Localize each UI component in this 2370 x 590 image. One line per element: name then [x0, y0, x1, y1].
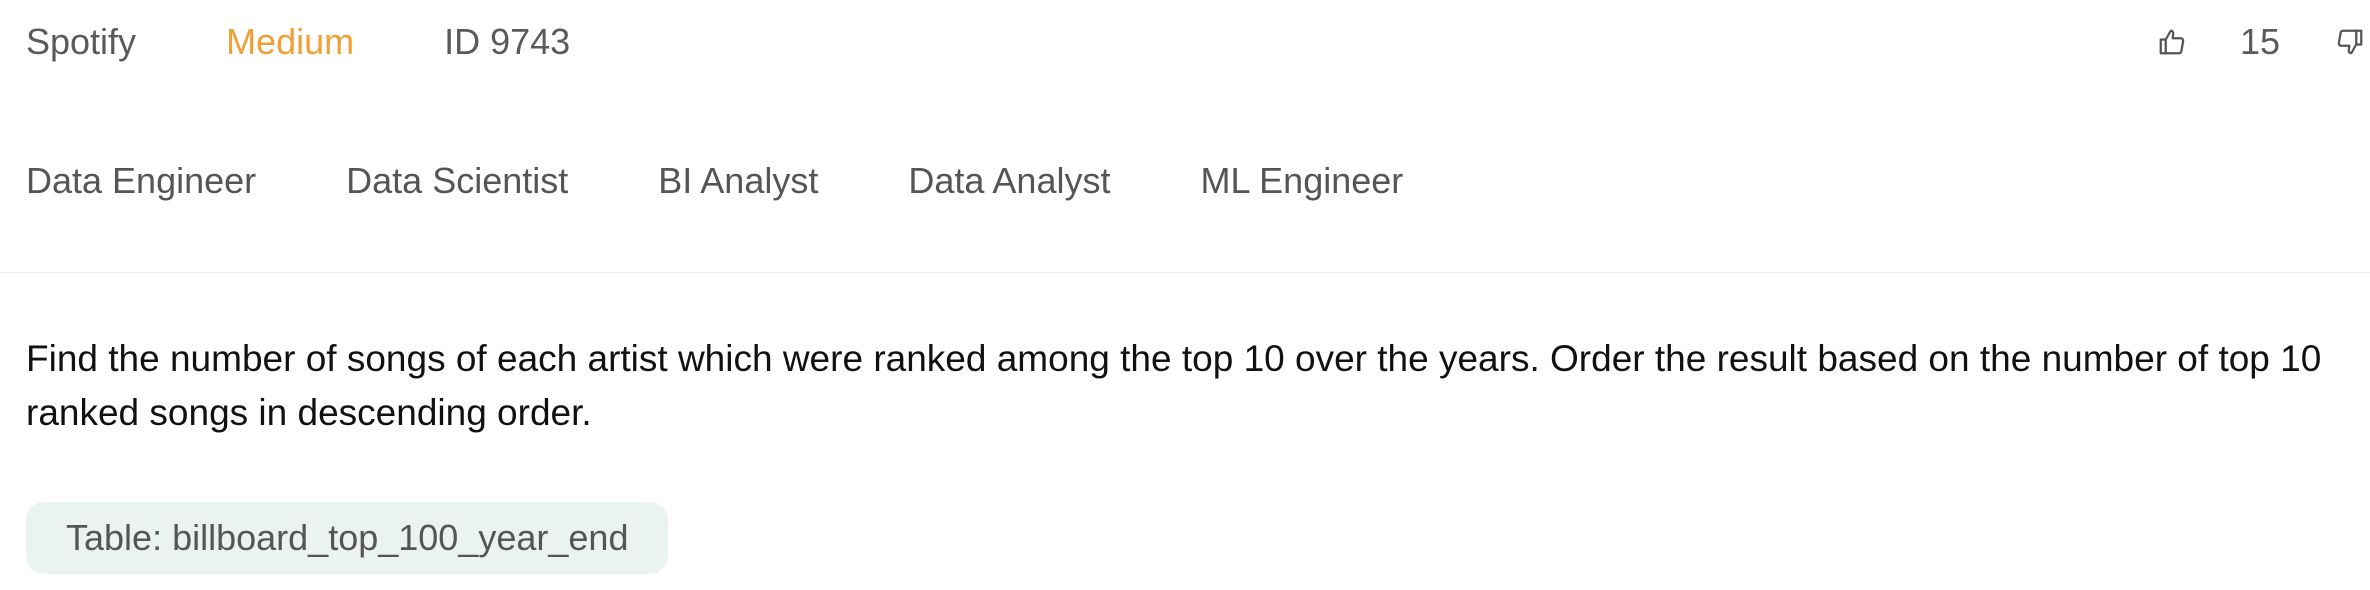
thumbs-down-icon[interactable]	[2330, 22, 2370, 62]
section-divider	[0, 272, 2370, 273]
role-tags: Data Engineer Data Scientist BI Analyst …	[26, 160, 1493, 202]
question-meta: Spotify Medium ID 9743	[26, 16, 570, 68]
question-text: Find the number of songs of each artist …	[26, 338, 2322, 433]
role-tag-bi-analyst[interactable]: BI Analyst	[658, 160, 818, 202]
role-tag-data-analyst[interactable]: Data Analyst	[908, 160, 1110, 202]
question-page: Spotify Medium ID 9743 15 Data Engineer …	[0, 0, 2370, 590]
role-tag-data-scientist[interactable]: Data Scientist	[346, 160, 568, 202]
company-name: Spotify	[26, 21, 137, 62]
thumbs-up-icon[interactable]	[2152, 22, 2192, 62]
role-tag-data-engineer[interactable]: Data Engineer	[26, 160, 256, 202]
table-chip-label: Table:	[66, 517, 163, 558]
table-chip[interactable]: Table: billboard_top_100_year_end	[26, 502, 669, 574]
difficulty-badge: Medium	[226, 21, 355, 62]
question-id: ID 9743	[444, 21, 571, 62]
table-name: billboard_top_100_year_end	[172, 517, 629, 558]
role-tag-ml-engineer[interactable]: ML Engineer	[1200, 160, 1403, 202]
vote-controls: 15	[2152, 16, 2370, 68]
vote-count: 15	[2239, 21, 2280, 62]
